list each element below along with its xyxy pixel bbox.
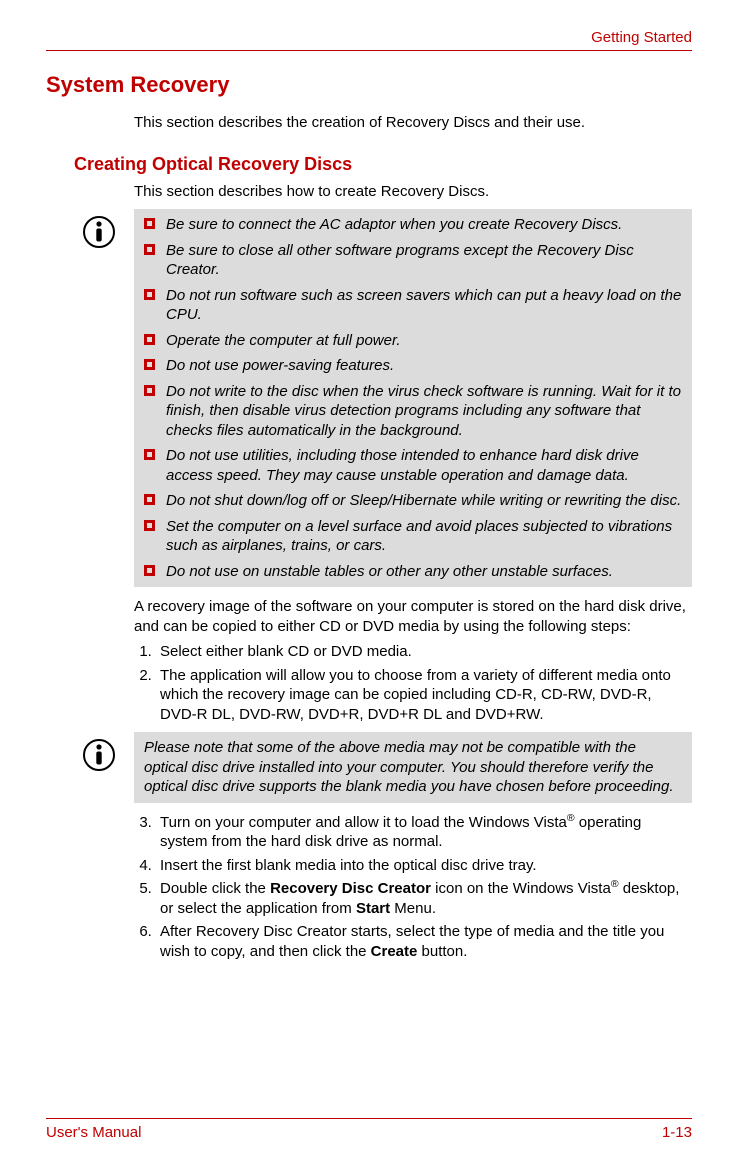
steps-list-b: Turn on your computer and allow it to lo… (134, 813, 692, 962)
after-note-paragraph: A recovery image of the software on your… (134, 597, 692, 636)
step-item-6: After Recovery Disc Creator starts, sele… (156, 922, 692, 961)
info-icon (82, 738, 116, 772)
note-block-media-compat: Please note that some of the above media… (134, 732, 692, 803)
note-item: Be sure to connect the AC adaptor when y… (144, 215, 682, 235)
note-item: Be sure to close all other software prog… (144, 241, 682, 280)
step-item-4: Insert the first blank media into the op… (156, 856, 692, 876)
step-text: Select either blank CD or DVD media. (160, 643, 412, 660)
page-footer: User's Manual 1-13 (46, 1118, 692, 1143)
note-item-text: Do not write to the disc when the virus … (166, 383, 681, 439)
step-item-3: Turn on your computer and allow it to lo… (156, 813, 692, 852)
note-item-text: Do not run software such as screen saver… (166, 287, 681, 324)
note-item: Operate the computer at full power. (144, 331, 682, 351)
after-note-wrap: A recovery image of the software on your… (134, 597, 692, 636)
step-text-part: button. (417, 943, 467, 960)
note-item-text: Be sure to connect the AC adaptor when y… (166, 216, 622, 233)
note-item-text: Do not use utilities, including those in… (166, 447, 639, 484)
note-item-text: Do not shut down/log off or Sleep/Hibern… (166, 492, 681, 509)
steps-list-a: Select either blank CD or DVD media. The… (134, 642, 692, 724)
note-item: Set the computer on a level surface and … (144, 517, 682, 556)
registered-mark: ® (567, 812, 575, 824)
square-bullet-icon (144, 289, 155, 300)
square-bullet-icon (144, 385, 155, 396)
heading-creating-discs: Creating Optical Recovery Discs (74, 153, 692, 176)
footer-left: User's Manual (46, 1123, 141, 1143)
registered-mark: ® (611, 878, 619, 890)
step-text-bold: Create (371, 943, 418, 960)
step-item-5: Double click the Recovery Disc Creator i… (156, 879, 692, 918)
square-bullet-icon (144, 218, 155, 229)
note-item-text: Do not use on unstable tables or other a… (166, 563, 613, 580)
step-text-part: Menu. (390, 900, 436, 917)
step-item-1: Select either blank CD or DVD media. (156, 642, 692, 662)
intro-paragraph: This section describes the creation of R… (134, 113, 692, 133)
note-item: Do not write to the disc when the virus … (144, 382, 682, 441)
step-text-part: Turn on your computer and allow it to lo… (160, 814, 567, 831)
note-item-text: Operate the computer at full power. (166, 332, 401, 349)
heading-system-recovery: System Recovery (46, 71, 692, 100)
step-text: Insert the first blank media into the op… (160, 857, 537, 874)
note-paragraph: Please note that some of the above media… (144, 738, 682, 797)
square-bullet-icon (144, 494, 155, 505)
note-item: Do not shut down/log off or Sleep/Hibern… (144, 491, 682, 511)
info-icon (82, 215, 116, 249)
running-header: Getting Started (46, 28, 692, 51)
step-item-2: The application will allow you to choose… (156, 666, 692, 725)
square-bullet-icon (144, 244, 155, 255)
footer-rule (46, 1118, 692, 1119)
header-rule (46, 50, 692, 51)
note-item-text: Do not use power-saving features. (166, 357, 394, 374)
intro-paragraph-wrap: This section describes the creation of R… (134, 113, 692, 133)
note-item-text: Set the computer on a level surface and … (166, 518, 672, 555)
square-bullet-icon (144, 359, 155, 370)
sub-intro-paragraph: This section describes how to create Rec… (134, 182, 692, 202)
note-item: Do not use utilities, including those in… (144, 446, 682, 485)
step-text-bold: Recovery Disc Creator (270, 880, 431, 897)
note-block-precautions: Be sure to connect the AC adaptor when y… (134, 209, 692, 587)
note-list: Be sure to connect the AC adaptor when y… (144, 215, 682, 581)
square-bullet-icon (144, 565, 155, 576)
note-item: Do not run software such as screen saver… (144, 286, 682, 325)
note-item: Do not use on unstable tables or other a… (144, 562, 682, 582)
footer-right: 1-13 (662, 1123, 692, 1143)
step-text-part: icon on the Windows Vista (431, 880, 611, 897)
square-bullet-icon (144, 334, 155, 345)
running-header-title: Getting Started (46, 28, 692, 48)
note-item: Do not use power-saving features. (144, 356, 682, 376)
step-text: The application will allow you to choose… (160, 667, 671, 723)
note-item-text: Be sure to close all other software prog… (166, 242, 634, 279)
square-bullet-icon (144, 449, 155, 460)
square-bullet-icon (144, 520, 155, 531)
step-text-part: Double click the (160, 880, 270, 897)
sub-intro-wrap: This section describes how to create Rec… (134, 182, 692, 202)
step-text-bold: Start (356, 900, 390, 917)
